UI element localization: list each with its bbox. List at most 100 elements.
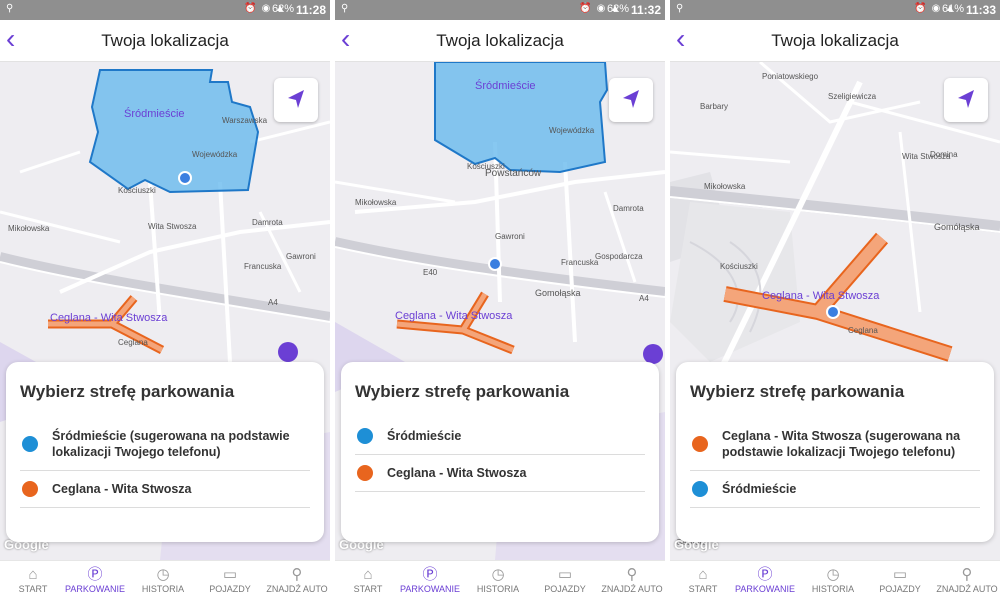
nav-znajdz-auto[interactable]: ⚲ ZNAJDŹ AUTO (264, 566, 330, 594)
nav-start[interactable]: ⌂ START (670, 566, 736, 594)
street-label: Francuska (244, 262, 282, 271)
street-label: Francuska (561, 258, 599, 267)
card-title: Wybierz strefę parkowania (355, 382, 570, 401)
highway-label: E40 (423, 268, 438, 277)
location-pin-icon: ⚲ (961, 566, 973, 583)
bottom-nav: ⌂ START Ⓟ PARKOWANIE ◷ HISTORIA ▭ POJAZDY ⚲ Z… (335, 560, 665, 601)
battery-level: 61% (941, 3, 964, 15)
zone-color-dot (357, 465, 373, 481)
zone-select-card: Wybierz strefę parkowania Śródmieście Ce… (341, 362, 659, 542)
zone-option-srodmiescie[interactable]: Śródmieście (sugerowana na podstawie lok… (20, 418, 310, 471)
nav-historia[interactable]: ◷ HISTORIA (800, 566, 866, 594)
nav-pojazdy[interactable]: ▭ POJAZDY (197, 566, 263, 594)
zone-option-srodmiescie[interactable]: Śródmieście (355, 418, 645, 455)
zone-option-srodmiescie[interactable]: Śródmieście (690, 471, 980, 508)
history-icon: ◷ (826, 566, 840, 583)
navigation-arrow-icon (623, 90, 639, 108)
zone-label-ceglana: Ceglana - Wita Stwosza (50, 312, 168, 324)
zone-select-card: Wybierz strefę parkowania Śródmieście (s… (6, 362, 324, 542)
street-label: Warszawska (222, 116, 268, 125)
phone-screen-3: ⚲ ⏰ ◉ ▲ 61% 11:33 ‹ Twoja lokalizacja Ce… (670, 0, 1000, 601)
my-location-button[interactable] (274, 78, 318, 122)
car-icon: ▭ (557, 566, 573, 583)
clock: 11:32 (630, 3, 661, 17)
my-location-button[interactable] (944, 78, 988, 122)
zone-color-dot (22, 436, 38, 452)
location-status-icon: ⚲ (6, 3, 14, 14)
nav-historia[interactable]: ◷ HISTORIA (130, 566, 196, 594)
street-label: Poniatowskiego (762, 72, 819, 81)
navigation-arrow-icon (288, 90, 304, 108)
zone-color-dot (22, 481, 38, 497)
zone-option-label: Śródmieście (sugerowana na podstawie lok… (52, 429, 290, 459)
card-title: Wybierz strefę parkowania (20, 382, 235, 401)
street-label: Gomółąska (934, 222, 980, 232)
bottom-nav: ⌂ START Ⓟ PARKOWANIE ◷ HISTORIA ▭ POJAZDY ⚲ Z… (670, 560, 1000, 601)
history-icon: ◷ (156, 566, 170, 583)
zone-label-srodmiescie: Śródmieście (124, 108, 185, 120)
street-label: Szeligiewicza (828, 92, 877, 101)
status-bar: ⚲ ⏰ ◉ ▲ 62% 11:28 (0, 0, 330, 20)
clock: 11:28 (295, 3, 326, 17)
zone-option-ceglana[interactable]: Ceglana - Wita Stwosza (20, 471, 310, 508)
street-label: Mikołowska (355, 198, 397, 207)
parking-icon: Ⓟ (87, 566, 103, 583)
nav-start[interactable]: ⌂ START (335, 566, 401, 594)
highway-label: A4 (639, 294, 649, 303)
nav-historia[interactable]: ◷ HISTORIA (465, 566, 531, 594)
nav-znajdz-auto[interactable]: ⚲ ZNAJDŹ AUTO (599, 566, 665, 594)
street-label: Barbary (700, 102, 729, 111)
nav-start[interactable]: ⌂ START (0, 566, 66, 594)
nav-parkowanie[interactable]: Ⓟ PARKOWANIE (397, 566, 463, 594)
car-icon: ▭ (222, 566, 238, 583)
zone-option-ceglana[interactable]: Ceglana - Wita Stwosza (355, 455, 645, 492)
parking-icon: Ⓟ (757, 566, 773, 583)
location-status-icon: ⚲ (341, 3, 349, 14)
zone-color-dot (357, 428, 373, 444)
street-label: Mikołowska (704, 182, 746, 191)
battery-level: 62% (271, 3, 294, 15)
street-label: Ceglana (118, 338, 148, 347)
page-title: Twoja lokalizacja (101, 31, 229, 50)
app-header: ‹ Twoja lokalizacja (0, 20, 330, 62)
zone-option-label: Ceglana - Wita Stwosza (52, 482, 192, 496)
clock: 11:33 (965, 3, 996, 17)
zone-label-srodmiescie: Śródmieście (475, 80, 536, 92)
status-bar: ⚲ ⏰ ◉ ▲ 61% 11:33 (670, 0, 1000, 20)
street-label: Kościuszki (467, 162, 505, 171)
street-label: Gomołąska (535, 288, 581, 298)
status-bar: ⚲ ⏰ ◉ ▲ 62% 11:32 (335, 0, 665, 20)
app-header: ‹ Twoja lokalizacja (670, 20, 1000, 62)
highway-label: A4 (268, 298, 278, 307)
phone-screen-1: ⚲ ⏰ ◉ ▲ 62% 11:28 ‹ Twoja lokalizacja Śr… (0, 0, 330, 601)
zone-option-label: Śródmieście (722, 482, 797, 496)
zone-color-dot (692, 481, 708, 497)
street-label: Kościuszki (118, 186, 156, 195)
street-label: Gawroni (495, 232, 525, 241)
zone-label-ceglana: Ceglana - Wita Stwosza (395, 310, 513, 322)
nav-parkowanie[interactable]: Ⓟ PARKOWANIE (62, 566, 128, 594)
zone-color-dot (692, 436, 708, 452)
app-header: ‹ Twoja lokalizacja (335, 20, 665, 62)
street-label: Mikołowska (8, 224, 50, 233)
zone-label-ceglana: Ceglana - Wita Stwosza (762, 290, 880, 302)
street-label: Wojewódzka (549, 126, 595, 135)
location-pin-icon: ⚲ (626, 566, 638, 583)
zone-option-ceglana[interactable]: Ceglana - Wita Stwosza (sugerowana na po… (690, 418, 980, 471)
my-location-button[interactable] (609, 78, 653, 122)
home-icon: ⌂ (698, 566, 708, 583)
nav-pojazdy[interactable]: ▭ POJAZDY (532, 566, 598, 594)
history-icon: ◷ (491, 566, 505, 583)
street-label: Ceglana (848, 326, 878, 335)
location-pin-icon: ⚲ (291, 566, 303, 583)
nav-pojazdy[interactable]: ▭ POJAZDY (867, 566, 933, 594)
home-icon: ⌂ (28, 566, 38, 583)
street-label: Gawroni (286, 252, 316, 261)
nav-parkowanie[interactable]: Ⓟ PARKOWANIE (732, 566, 798, 594)
nav-znajdz-auto[interactable]: ⚲ ZNAJDŹ AUTO (934, 566, 1000, 594)
car-icon: ▭ (892, 566, 908, 583)
navigation-arrow-icon (958, 90, 974, 108)
street-label: Wojewódzka (192, 150, 238, 159)
zone-option-label: Ceglana - Wita Stwosza (387, 466, 527, 480)
battery-level: 62% (606, 3, 629, 15)
